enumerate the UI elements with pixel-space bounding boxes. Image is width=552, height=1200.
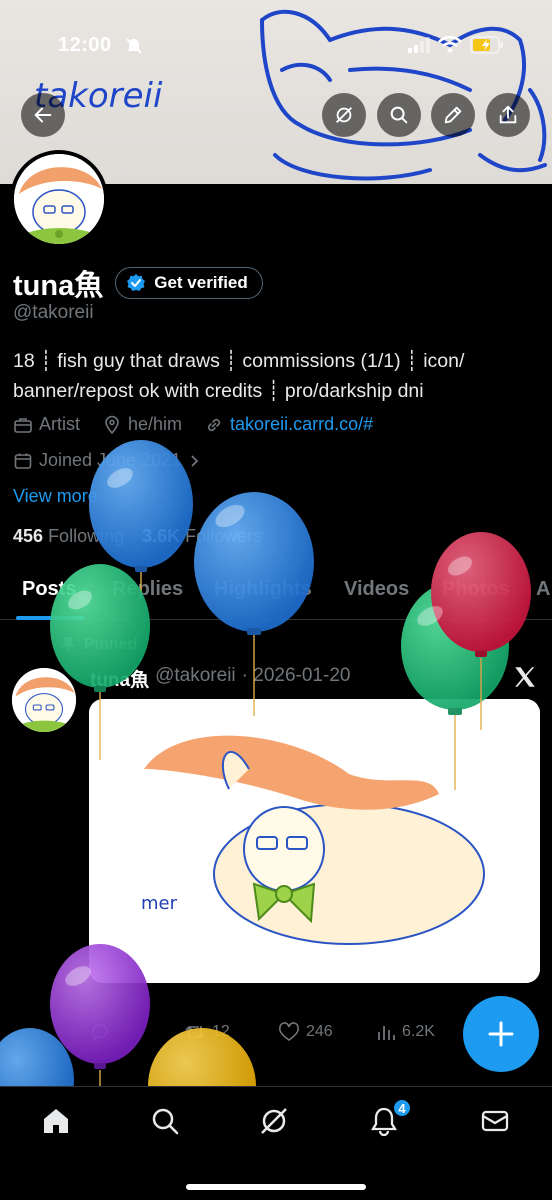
profile-avatar[interactable] [10,150,108,248]
reply-icon [92,1024,108,1042]
views-button[interactable]: 6.2K [376,1022,435,1042]
cellular-signal-icon [408,37,430,53]
bio-line-1: 18 ┊ fish guy that draws ┊ commissions (… [13,350,465,372]
profile-category: Artist [13,414,80,435]
tab-highlights[interactable]: Highlights [214,578,312,601]
home-icon[interactable] [40,1105,72,1137]
home-indicator [186,1184,366,1190]
tab-posts[interactable]: Posts [22,578,76,601]
post-date: · 2026-01-20 [241,665,351,686]
chevron-right-icon [191,454,199,467]
post-author-name[interactable]: tuna魚 [90,665,149,692]
pinned-indicator: Pinned [60,636,137,654]
share-icon [499,105,517,124]
bottom-navigation [0,1086,552,1200]
x-logo-icon[interactable] [512,664,538,690]
get-verified-button[interactable]: Get verified [115,267,263,299]
profile-tabs: Posts Replies Highlights Videos Photos A [0,572,552,620]
avatar-illustration [12,668,76,732]
location-pin-icon [105,415,119,434]
post-author-avatar[interactable] [12,668,76,732]
link-icon [207,418,221,431]
post-header: tuna魚 @takoreii · 2026-01-20 [90,665,350,692]
tab-videos[interactable]: Videos [344,578,409,601]
post-illustration: mer [89,699,540,983]
view-more-link[interactable]: View more [13,486,98,507]
pin-icon [61,637,75,652]
search-button[interactable] [377,93,421,137]
post-image[interactable]: mer [89,699,540,983]
avatar-illustration [14,154,104,244]
profile-bio: 18 ┊ fish guy that draws ┊ commissions (… [13,346,533,406]
pencil-icon [444,106,462,124]
back-button[interactable] [21,93,65,137]
post-author-handle[interactable]: @takoreii [155,665,236,692]
tab-replies[interactable]: Replies [112,578,183,601]
profile-location: he/him [102,414,182,435]
followers-link[interactable]: 3.6K Followers [142,526,262,547]
battery-charging-icon [470,36,503,54]
calendar-icon [14,453,32,469]
like-button[interactable]: 246 [278,1022,333,1042]
status-time: 12:00 [58,34,112,56]
display-name: tuna魚 [13,270,104,302]
wifi-icon [438,36,462,53]
image-caption: mer [141,893,178,914]
profile-joined-date[interactable]: Joined June 2021 [13,450,201,471]
bell-slash-icon [126,38,142,54]
status-bar: 12:00 [0,30,552,62]
tab-active-indicator [16,616,84,620]
edit-button[interactable] [431,93,475,137]
grok-button[interactable] [322,93,366,137]
get-verified-label: Get verified [154,273,248,292]
arrow-left-icon [34,107,52,123]
verified-badge-icon [127,274,146,291]
views-chart-icon [378,1026,395,1040]
tab-photos[interactable]: Photos [442,578,510,601]
following-link[interactable]: 456 Following [13,526,124,547]
tab-articles[interactable]: A [536,578,550,601]
share-button[interactable] [486,93,530,137]
briefcase-icon [14,417,32,433]
mail-icon[interactable] [479,1105,511,1137]
compose-post-button[interactable] [463,996,539,1072]
repost-icon [185,1025,205,1039]
search-icon[interactable] [149,1105,181,1137]
reply-button[interactable] [90,1022,110,1042]
plus-icon [488,1021,514,1047]
profile-handle: @takoreii [13,302,94,323]
bio-line-2: banner/repost ok with credits ┊ pro/dark… [13,380,424,402]
grok-icon [336,107,352,123]
post-actions: 12 246 6.2K [90,1022,450,1050]
profile-website-link[interactable]: takoreii.carrd.co/# [204,414,373,435]
heart-icon [279,1022,299,1041]
repost-button[interactable]: 12 [184,1022,230,1042]
grok-icon[interactable] [258,1105,290,1137]
notification-badge: 4 [392,1098,412,1118]
search-icon [390,106,408,124]
